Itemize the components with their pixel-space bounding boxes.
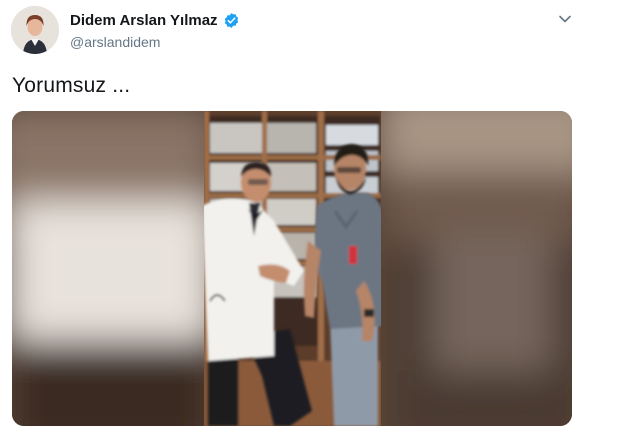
chevron-down-icon[interactable] xyxy=(556,10,574,28)
avatar[interactable] xyxy=(11,6,59,54)
author-handle[interactable]: @arslandidem xyxy=(70,34,160,50)
verified-badge-icon xyxy=(223,12,240,29)
tweet-video[interactable] xyxy=(12,111,572,426)
tweet-text: Yorumsuz ... xyxy=(12,74,131,97)
author-name[interactable]: Didem Arslan Yılmaz xyxy=(70,12,240,29)
video-frame xyxy=(12,111,572,426)
author-name-text[interactable]: Didem Arslan Yılmaz xyxy=(70,12,218,29)
